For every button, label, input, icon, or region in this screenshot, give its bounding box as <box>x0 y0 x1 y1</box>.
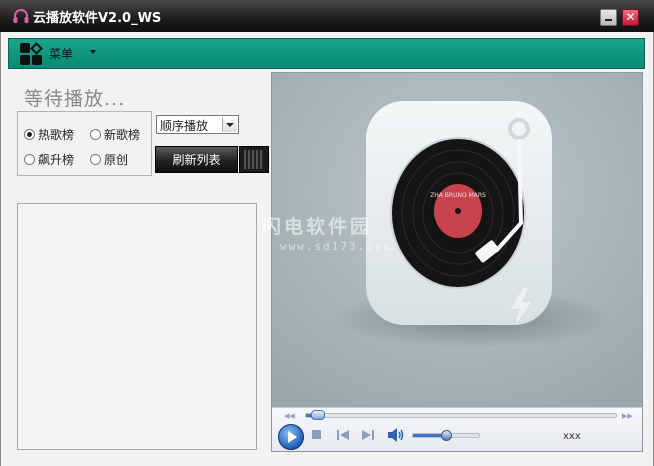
headphones-icon <box>13 9 29 23</box>
watermark-url: www.sd173.com <box>280 240 393 253</box>
dropdown-arrow-icon[interactable] <box>222 117 237 132</box>
radio-label: 热歌榜 <box>38 128 75 142</box>
close-icon: ✕ <box>625 10 636 24</box>
radio-indicator[interactable] <box>24 154 35 165</box>
minimize-button[interactable] <box>600 9 617 26</box>
volume-icon[interactable] <box>388 428 404 442</box>
watermark-text: 闪电软件园 <box>262 216 373 238</box>
title-bar: 云播放软件V2.0_WS ✕ <box>0 0 654 32</box>
radio-indicator[interactable] <box>90 129 101 140</box>
radio-label: 新歌榜 <box>104 128 141 142</box>
previous-track-icon[interactable] <box>337 430 349 440</box>
film-strip-icon <box>239 146 269 173</box>
chart-type-group: 热歌榜 新歌榜 飙升榜 原创 <box>17 111 152 176</box>
menu-bar: 菜单 <box>8 38 645 69</box>
chevron-down-icon[interactable] <box>90 50 96 54</box>
next-track-icon[interactable] <box>362 430 374 440</box>
radio-original[interactable]: 原创 <box>90 151 128 168</box>
refresh-list-button[interactable]: 刷新列表 <box>155 146 238 173</box>
radio-label: 飙升榜 <box>38 153 75 167</box>
radio-indicator[interactable] <box>90 154 101 165</box>
song-list[interactable] <box>17 203 257 450</box>
playback-status: 等待播放... <box>24 88 126 110</box>
radio-new-songs[interactable]: 新歌榜 <box>90 126 140 143</box>
volume-handle[interactable] <box>441 430 452 441</box>
watermark-logo-icon <box>511 288 531 326</box>
window-title: 云播放软件V2.0_WS <box>33 11 162 26</box>
close-button[interactable]: ✕ <box>622 9 639 26</box>
play-button[interactable] <box>278 424 304 450</box>
seek-back-icon[interactable]: ◀◀ <box>284 412 295 420</box>
radio-hot-songs[interactable]: 热歌榜 <box>24 126 74 143</box>
play-mode-value: 顺序播放 <box>160 119 209 133</box>
stop-button[interactable] <box>312 430 321 439</box>
radio-indicator[interactable] <box>24 129 35 140</box>
time-display: xxx <box>563 431 581 442</box>
menu-button[interactable]: 菜单 <box>49 45 73 62</box>
seek-forward-icon[interactable]: ▶▶ <box>622 412 633 420</box>
seek-handle[interactable] <box>311 410 326 420</box>
player-controls: ◀◀ ▶▶ xxx <box>271 407 643 452</box>
radio-rising-songs[interactable]: 飙升榜 <box>24 151 74 168</box>
record-label-text: ZHA BRUNO MARS <box>430 192 486 199</box>
media-player: ZHA BRUNO MARS 闪电软件园 www.sd173.com <box>262 72 643 452</box>
play-mode-select[interactable]: 顺序播放 <box>156 115 239 134</box>
seek-bar[interactable] <box>305 413 617 418</box>
radio-label: 原创 <box>104 153 129 167</box>
menu-grid-icon[interactable] <box>19 42 47 66</box>
